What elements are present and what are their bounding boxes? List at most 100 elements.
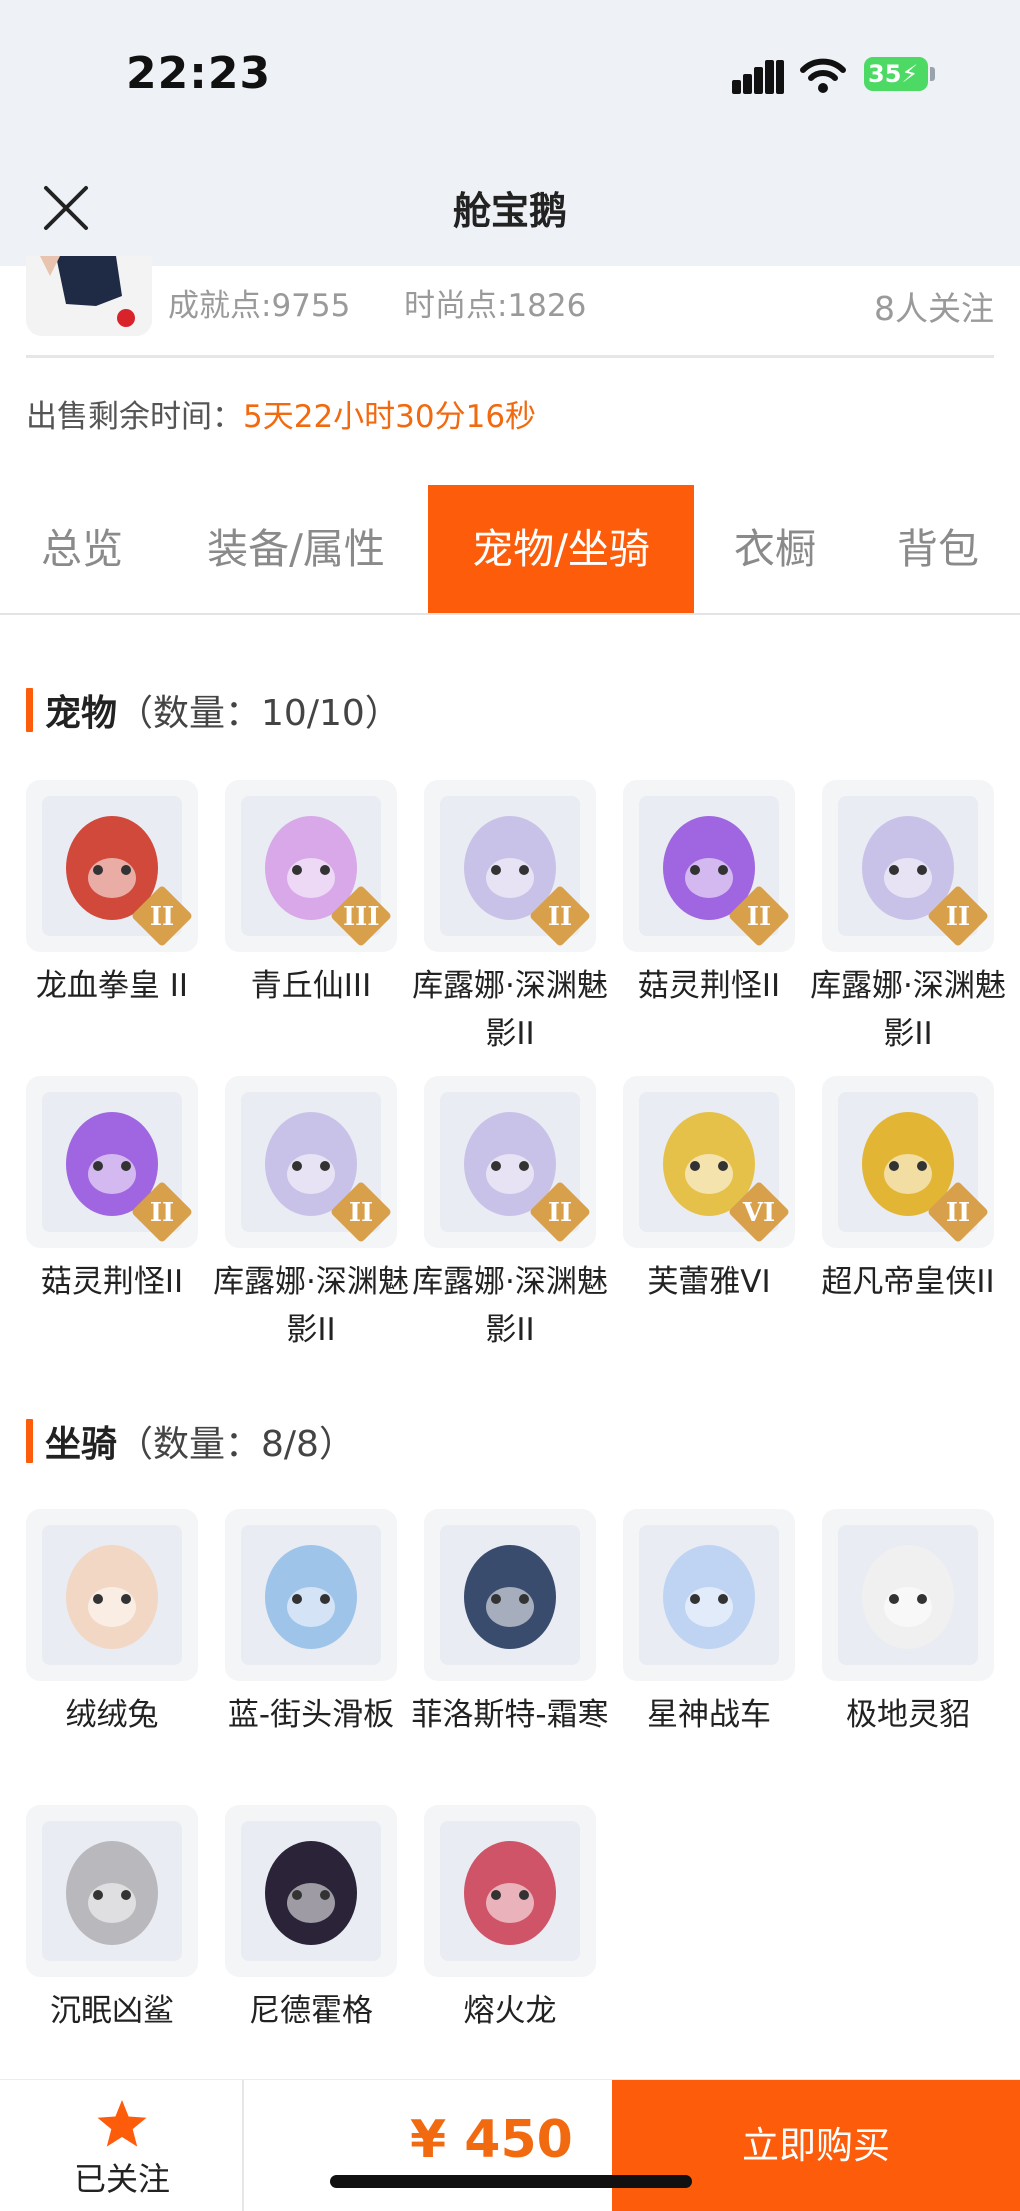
mount-item[interactable]: 极地灵貂 [822, 1509, 994, 1739]
pet-item[interactable]: III 青丘仙III [225, 780, 397, 1010]
follow-label: 已关注 [73, 2160, 170, 2198]
rank-badge-text: II [945, 902, 971, 932]
fashion-points: 时尚点:1826 [404, 288, 587, 324]
item-thumbnail [225, 1805, 397, 1977]
follow-button[interactable]: 已关注 [0, 2080, 244, 2211]
mounts-title: 坐骑 [45, 1424, 118, 1465]
mount-item[interactable]: 菲洛斯特-霜寒 [411, 1509, 609, 1739]
pet-item[interactable]: VI 芙蕾雅VI [623, 1076, 795, 1306]
tab-wardrobe[interactable]: 衣橱 [694, 485, 856, 613]
item-name: 绒绒兔 [65, 1697, 159, 1733]
tab-bar: 总览 装备/属性 宠物/坐骑 衣橱 背包 [0, 485, 1020, 615]
section-accent-bar [26, 688, 33, 732]
mount-item[interactable]: 绒绒兔 [26, 1509, 198, 1739]
star-icon [97, 2100, 147, 2147]
item-name: 超凡帝皇侠II [821, 1264, 995, 1300]
achievement-points: 成就点:9755 [168, 288, 351, 324]
item-thumbnail: II [822, 1076, 994, 1248]
rank-badge-text: III [343, 902, 380, 932]
pet-item[interactable]: II 库露娜·深渊魅影II [810, 780, 1006, 1058]
item-name: 星神战车 [647, 1697, 771, 1733]
item-thumbnail: III [225, 780, 397, 952]
pet-item[interactable]: II 菇灵荆怪II [623, 780, 795, 1010]
creature-portrait-icon [241, 1525, 381, 1665]
item-name: 熔火龙 [463, 1993, 557, 2029]
profile-summary: 成就点:9755 时尚点:1826 8人关注 [0, 256, 1020, 356]
item-name: 尼德霍格 [249, 1993, 373, 2029]
item-name: 菇灵荆怪II [40, 1264, 184, 1300]
status-bar: 22:23 35⚡ [0, 0, 1020, 150]
sale-remaining-time: 出售剩余时间：5天22小时30分16秒 [26, 391, 536, 436]
item-thumbnail [225, 1509, 397, 1681]
mounts-count: （数量：8/8） [117, 1424, 355, 1465]
item-name: 菇灵荆怪II [637, 968, 781, 1004]
divider [26, 355, 994, 358]
creature-portrait-icon [440, 1525, 580, 1665]
pets-title: 宠物 [45, 693, 118, 734]
bottom-action-bar: 已关注 ¥ 450 立即购买 [0, 2079, 1020, 2211]
item-name: 库露娜·深渊魅影II [412, 1264, 608, 1348]
item-thumbnail [26, 1509, 198, 1681]
mount-item[interactable]: 沉眠凶鲨 [26, 1805, 198, 2035]
page-title: 舱宝鹅 [452, 189, 567, 233]
section-accent-bar [26, 1419, 33, 1463]
item-name: 青丘仙III [250, 968, 372, 1004]
pets-section-title: 宠物（数量：10/10） [26, 684, 401, 736]
item-thumbnail: II [424, 780, 596, 952]
item-thumbnail: II [26, 780, 198, 952]
pet-item[interactable]: II 龙血拳皇 II [26, 780, 198, 1010]
avatar [26, 256, 152, 336]
pets-count: （数量：10/10） [117, 693, 401, 734]
pet-item[interactable]: II 库露娜·深渊魅影II [412, 1076, 608, 1354]
battery-level: 35 [868, 60, 902, 88]
sale-time-value: 5天22小时30分16秒 [243, 399, 537, 435]
creature-portrait-icon [639, 1525, 779, 1665]
rank-badge-text: II [149, 1198, 175, 1228]
item-thumbnail: II [26, 1076, 198, 1248]
item-thumbnail [822, 1509, 994, 1681]
item-thumbnail [424, 1805, 596, 1977]
wifi-icon [800, 58, 846, 93]
item-thumbnail [623, 1509, 795, 1681]
creature-portrait-icon [440, 1821, 580, 1961]
pet-item[interactable]: II 超凡帝皇侠II [821, 1076, 995, 1306]
buy-now-button[interactable]: 立即购买 [612, 2080, 1020, 2211]
item-thumbnail: II [424, 1076, 596, 1248]
rank-badge-text: II [348, 1198, 374, 1228]
sale-time-label: 出售剩余时间： [26, 399, 243, 435]
rank-badge-text: VI [742, 1198, 776, 1228]
item-thumbnail: II [225, 1076, 397, 1248]
item-thumbnail: II [822, 780, 994, 952]
mount-item[interactable]: 星神战车 [623, 1509, 795, 1739]
pet-item[interactable]: II 库露娜·深渊魅影II [412, 780, 608, 1058]
tab-equipment[interactable]: 装备/属性 [164, 485, 428, 613]
item-name: 库露娜·深渊魅影II [213, 1264, 409, 1348]
mount-item[interactable]: 熔火龙 [424, 1805, 596, 2035]
mount-item[interactable]: 尼德霍格 [225, 1805, 397, 2035]
mount-item[interactable]: 蓝-街头滑板 [225, 1509, 397, 1739]
tab-backpack[interactable]: 背包 [856, 485, 1020, 613]
follower-count: 8人关注 [874, 289, 994, 328]
pet-item[interactable]: II 菇灵荆怪II [26, 1076, 198, 1306]
item-name: 芙蕾雅VI [647, 1264, 771, 1300]
nav-bar: 舱宝鹅 [0, 150, 1020, 266]
item-name: 极地灵貂 [846, 1697, 970, 1733]
creature-portrait-icon [42, 1525, 182, 1665]
tab-overview[interactable]: 总览 [0, 485, 164, 613]
item-name: 龙血拳皇 II [35, 968, 189, 1004]
rank-badge-text: II [547, 902, 573, 932]
status-time: 22:23 [126, 48, 272, 99]
price: ¥ 450 [410, 2110, 573, 2170]
rank-badge-text: II [945, 1198, 971, 1228]
cellular-signal-icon [732, 58, 784, 94]
pet-item[interactable]: II 库露娜·深渊魅影II [213, 1076, 409, 1354]
tab-pets-mounts[interactable]: 宠物/坐骑 [428, 485, 694, 613]
rank-badge-text: II [547, 1198, 573, 1228]
battery-tip [930, 67, 935, 81]
mounts-section-title: 坐骑（数量：8/8） [26, 1415, 355, 1467]
item-name: 库露娜·深渊魅影II [810, 968, 1006, 1052]
item-thumbnail [26, 1805, 198, 1977]
item-thumbnail [424, 1509, 596, 1681]
item-name: 蓝-街头滑板 [227, 1697, 395, 1733]
item-thumbnail: VI [623, 1076, 795, 1248]
